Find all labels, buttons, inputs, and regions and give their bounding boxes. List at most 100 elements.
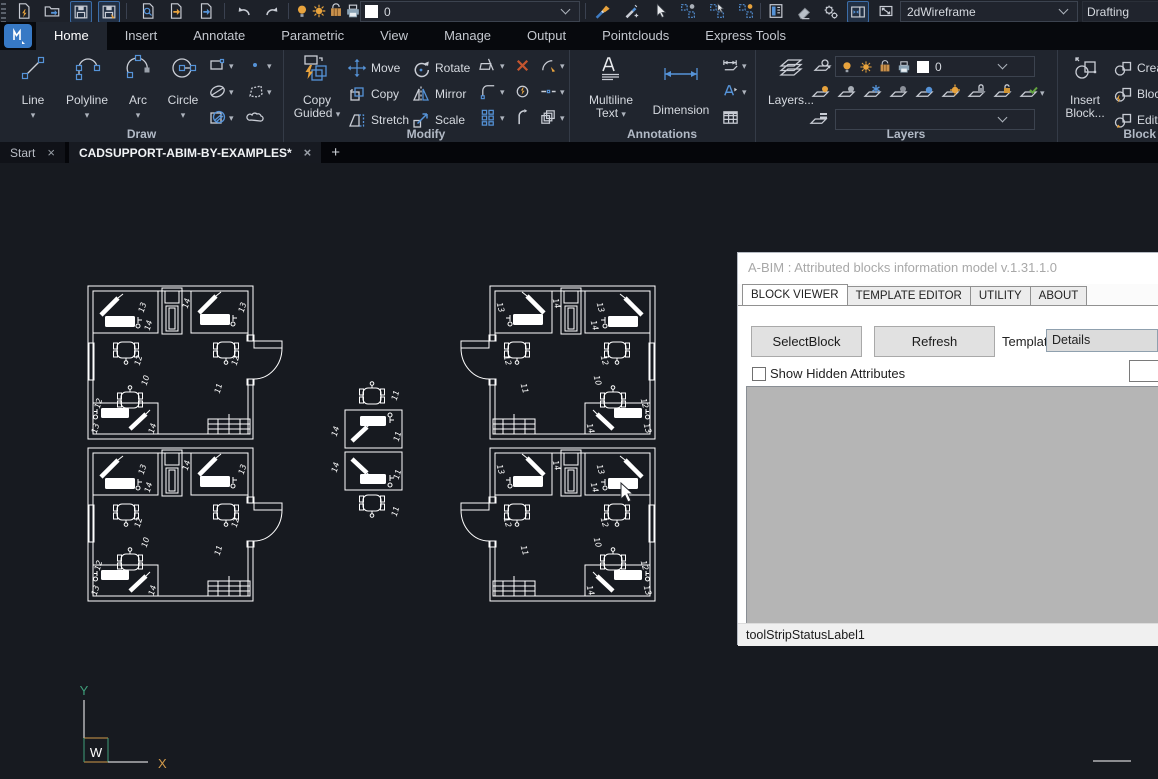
break-at-point-button[interactable] (513, 108, 532, 127)
undo-button[interactable] (234, 1, 254, 21)
tab-block-viewer[interactable]: BLOCK VIEWER (742, 284, 848, 305)
layer-dropdown[interactable]: 0 (360, 1, 580, 22)
ellipse-button[interactable]: ▾ (208, 82, 234, 101)
select-window-button[interactable] (707, 1, 727, 21)
move-button[interactable]: Move (347, 58, 400, 78)
linetype-button[interactable]: ▾ (539, 82, 565, 101)
layer-search-button[interactable] (813, 57, 832, 76)
tab-parametric[interactable]: Parametric (263, 22, 362, 50)
settings-button[interactable] (820, 1, 840, 21)
create-block-button[interactable]: Create (1113, 58, 1158, 78)
fillet-button[interactable]: ▾ (539, 56, 565, 75)
arc-button[interactable]: Arc ▾ (118, 52, 158, 124)
trim-button[interactable]: ▾ (479, 56, 505, 75)
break-button[interactable] (513, 82, 532, 101)
layer-lock-button[interactable] (967, 83, 986, 102)
clean-screen-button[interactable] (794, 1, 814, 21)
rotate-button[interactable]: Rotate (411, 58, 470, 78)
tab-insert[interactable]: Insert (107, 22, 176, 50)
blockify-icon (1113, 84, 1133, 104)
tab-utility[interactable]: UTILITY (970, 286, 1031, 305)
tab-manage[interactable]: Manage (426, 22, 509, 50)
layer-freeze-button[interactable] (863, 83, 882, 102)
close-icon[interactable]: × (47, 145, 55, 160)
explode-button[interactable]: ▾ (539, 108, 565, 127)
region-button[interactable]: ▾ (246, 82, 272, 101)
tab-view[interactable]: View (362, 22, 426, 50)
tab-express-tools[interactable]: Express Tools (687, 22, 804, 50)
multiline-text-button[interactable]: Multiline Text ▾ (579, 52, 643, 124)
layer-thaw-vp-button[interactable] (941, 83, 960, 102)
workspace-value: Drafting (1087, 5, 1129, 19)
import-button[interactable] (166, 1, 186, 21)
array-button[interactable]: ▾ (479, 108, 505, 127)
layer-unlock-button[interactable] (993, 83, 1012, 102)
tab-drawing[interactable]: CADSUPPORT-ABIM-BY-EXAMPLES* × (69, 142, 321, 163)
dimension-button[interactable]: Dimension (645, 52, 717, 124)
revision-cloud-button[interactable] (246, 108, 265, 127)
select-button[interactable] (650, 1, 670, 21)
tab-annotate[interactable]: Annotate (175, 22, 263, 50)
panels-toggle-button[interactable] (847, 1, 869, 23)
tab-pointclouds[interactable]: Pointclouds (584, 22, 687, 50)
rectangle-button[interactable]: ▾ (208, 56, 234, 75)
svg-text:11: 11 (390, 505, 401, 517)
delete-button[interactable] (513, 56, 532, 75)
copy-button[interactable]: Copy (347, 84, 399, 104)
select-obscured-button[interactable] (678, 1, 698, 21)
new-drawing-tab-button[interactable]: + (321, 142, 350, 163)
layer-plot-icon (896, 59, 912, 75)
polyline-button[interactable]: Polyline ▾ (58, 52, 116, 124)
select-visible-button[interactable] (736, 1, 756, 21)
fullscreen-button[interactable] (876, 1, 896, 21)
blockify-button[interactable]: Blockif (1113, 84, 1158, 104)
tab-start[interactable]: Start × (0, 142, 65, 163)
properties-panel-button[interactable] (766, 1, 786, 21)
tab-template-editor[interactable]: TEMPLATE EDITOR (847, 286, 971, 305)
save-button[interactable] (70, 1, 92, 23)
rotate-label: Rotate (435, 61, 470, 75)
ribbon: Line ▾ Polyline ▾ Arc ▾ Circle ▾ ▾ ▾ ▾ ▾… (0, 50, 1158, 142)
new-file-button[interactable] (14, 1, 34, 21)
tab-output[interactable]: Output (509, 22, 584, 50)
export-button[interactable] (196, 1, 216, 21)
print-preview-button[interactable] (138, 1, 158, 21)
tab-home[interactable]: Home (36, 22, 107, 50)
quick-select-button[interactable] (621, 1, 641, 21)
refresh-button[interactable]: Refresh (874, 326, 995, 357)
visual-style-dropdown[interactable]: 2dWireframe (900, 1, 1078, 22)
insert-block-button[interactable]: Insert Block... (1061, 52, 1109, 124)
layer-freeze-vp-button[interactable] (915, 83, 934, 102)
open-file-button[interactable] (42, 1, 62, 21)
workspace-dropdown[interactable]: Drafting (1082, 1, 1158, 22)
layer-thaw-all-button[interactable] (889, 83, 908, 102)
ribbon-layer-dropdown[interactable]: 0 (835, 56, 1035, 77)
save-as-button[interactable] (98, 1, 120, 23)
text-style-button[interactable]: ▾ (721, 82, 747, 101)
circle-icon (169, 54, 197, 82)
leader-button[interactable]: ▾ (721, 56, 747, 75)
point-button[interactable]: ▾ (246, 56, 272, 75)
tab-about[interactable]: ABOUT (1030, 286, 1088, 305)
template-dropdown[interactable]: Details (1046, 329, 1158, 352)
layer-state-button[interactable]: ▾ (1019, 83, 1045, 102)
close-icon[interactable]: × (304, 145, 312, 160)
layer-off-button[interactable] (837, 83, 856, 102)
line-button[interactable]: Line ▾ (8, 52, 58, 124)
circle-button[interactable]: Circle ▾ (160, 52, 206, 124)
mirror-button[interactable]: Mirror (411, 84, 466, 104)
match-properties-button[interactable] (592, 1, 612, 21)
tab-start-label: Start (10, 146, 35, 160)
layer-on-off-button[interactable] (811, 83, 830, 102)
panel-annotations: Multiline Text ▾ Dimension ▾ ▾ Annotatio… (569, 50, 756, 142)
copy-guided-button[interactable]: Copy Guided ▾ (289, 52, 345, 124)
chevron-down-icon: ▾ (31, 111, 36, 119)
application-button[interactable] (4, 24, 32, 48)
hatch-button[interactable]: ▾ (208, 108, 234, 127)
chamfer-button[interactable]: ▾ (479, 82, 505, 101)
redo-button[interactable] (262, 1, 282, 21)
filter-textbox[interactable] (1129, 360, 1158, 382)
select-block-button[interactable]: SelectBlock (751, 326, 862, 357)
show-hidden-attributes-checkbox[interactable] (752, 367, 766, 381)
table-button[interactable] (721, 108, 740, 127)
